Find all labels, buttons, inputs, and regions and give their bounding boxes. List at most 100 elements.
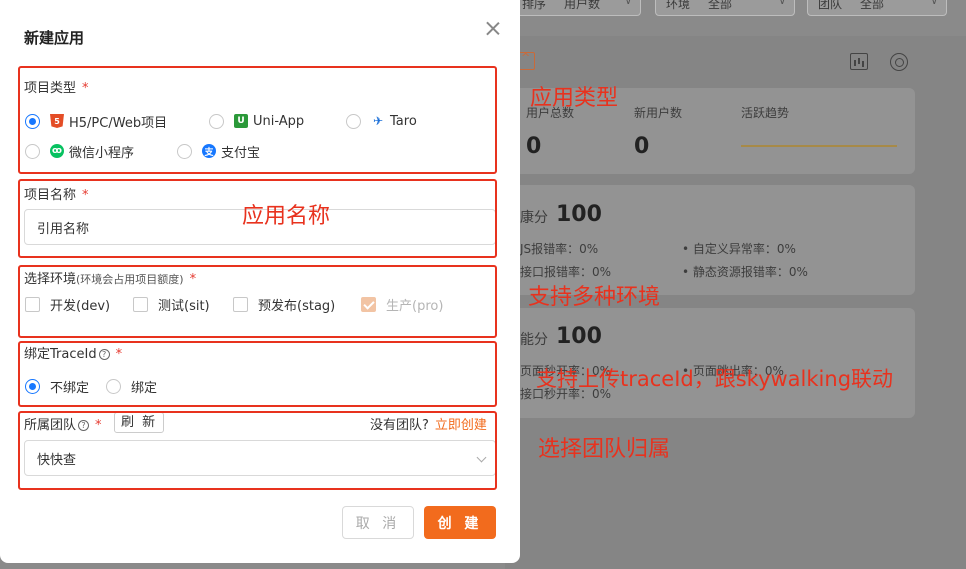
annotation-app-name: 应用名称 — [242, 204, 331, 229]
radio-circle — [25, 378, 40, 394]
radio-taro[interactable]: ✈ Taro — [346, 112, 417, 130]
chevron-down-icon — [476, 452, 487, 463]
static-error-rate: 静态资源报错率：0% — [682, 263, 808, 280]
help-icon[interactable]: ? — [98, 349, 110, 360]
checkbox-stag[interactable]: 预发布(stag) — [233, 295, 336, 314]
option-label: 绑定 — [131, 380, 158, 396]
checkbox-box — [233, 296, 248, 312]
radio-wechat-mini[interactable]: ꝏ 微信小程序 — [25, 142, 135, 161]
required-mark: * — [189, 272, 197, 287]
chevron-down-icon: ∨ — [930, 0, 938, 7]
environment-label: 选择环境(环境会占用项目额度) * — [24, 268, 196, 287]
new-users-label: 新用户数 — [634, 106, 683, 120]
create-team-link[interactable]: 立即创建 — [435, 418, 487, 433]
option-label: 预发布(stag) — [258, 298, 336, 314]
new-app-modal: 新建应用 项目类型 * 5 H5/PC/Web项目 U Uni-App ✈ Tar… — [0, 0, 520, 563]
performance-score: 100 — [556, 324, 602, 349]
alipay-icon: 支 — [202, 144, 216, 158]
option-label: 不绑定 — [50, 380, 90, 396]
create-button[interactable]: 创 建 — [424, 506, 496, 539]
active-trend-label: 活跃趋势 — [741, 106, 790, 120]
taro-icon: ✈ — [372, 114, 384, 128]
radio-alipay[interactable]: 支 支付宝 — [177, 142, 261, 161]
option-label: 支付宝 — [221, 145, 261, 161]
chevron-down-icon: ∨ — [624, 0, 632, 7]
traceid-label-text: 绑定TraceId — [24, 347, 97, 362]
new-users-value: 0 — [634, 134, 650, 159]
radio-no-bind[interactable]: 不绑定 — [25, 377, 90, 396]
checkbox-box — [133, 296, 148, 312]
environment-sub: (环境会占用项目额度) — [76, 273, 184, 286]
team-select[interactable]: 快快查 — [24, 440, 496, 476]
option-label: 测试(sit) — [158, 298, 210, 314]
total-users-value: 0 — [526, 134, 542, 159]
sort-label: 排序 — [522, 0, 547, 11]
radio-bind[interactable]: 绑定 — [106, 377, 158, 396]
custom-error-rate: 自定义异常率：0% — [682, 240, 796, 257]
no-team-text: 没有团队? — [370, 418, 429, 433]
option-label: Taro — [390, 113, 417, 129]
team-filter-select[interactable]: 团队 全部 ∨ — [807, 0, 947, 16]
option-label: H5/PC/Web项目 — [69, 115, 168, 131]
env-label: 环境 — [666, 0, 691, 11]
sort-value: 用户数 — [564, 0, 601, 11]
checkbox-pro[interactable]: 生产(pro) — [361, 295, 444, 314]
required-mark: * — [82, 81, 89, 96]
required-mark: * — [115, 347, 123, 362]
performance-title: 能分 — [520, 332, 548, 348]
env-select[interactable]: 环境 全部 ∨ — [655, 0, 795, 16]
close-icon[interactable] — [482, 18, 504, 40]
refresh-button[interactable]: 刷 新 — [114, 412, 165, 433]
html5-icon: 5 — [50, 114, 64, 128]
background-filter-bar: 排序 用户数 ∨ 环境 全部 ∨ 团队 全部 ∨ — [505, 0, 966, 16]
team-select-value: 快快查 — [37, 452, 77, 468]
active-trend-line — [741, 145, 897, 147]
js-error-rate: JS报错率：0% — [520, 242, 599, 256]
radio-circle — [106, 378, 121, 394]
help-icon[interactable]: ? — [78, 420, 90, 431]
env-value: 全部 — [708, 0, 733, 11]
checkbox-dev[interactable]: 开发(dev) — [25, 295, 111, 314]
project-name-value: 引用名称 — [37, 221, 90, 237]
annotation-app-type: 应用类型 — [530, 86, 619, 111]
option-label: 生产(pro) — [386, 298, 444, 314]
chevron-down-icon: ∨ — [778, 0, 786, 7]
radio-circle — [346, 113, 361, 129]
modal-title: 新建应用 — [24, 29, 85, 47]
environment-label-text: 选择环境 — [24, 272, 77, 287]
team-label: 所属团队? * — [24, 414, 102, 433]
radio-uni-app[interactable]: U Uni-App — [209, 112, 304, 130]
cancel-button[interactable]: 取 消 — [342, 506, 414, 539]
sort-select[interactable]: 排序 用户数 ∨ — [511, 0, 641, 16]
required-mark: * — [95, 418, 102, 433]
checkbox-box — [25, 296, 40, 312]
annotation-traceid: 支持上传traceId，跟skywalking联动 — [536, 367, 894, 391]
team-value: 全部 — [860, 0, 885, 11]
traceid-label: 绑定TraceId? * — [24, 343, 122, 362]
option-label: 开发(dev) — [50, 298, 111, 314]
radio-circle — [25, 143, 40, 159]
radio-h5-pc-web[interactable]: 5 H5/PC/Web项目 — [25, 112, 168, 131]
wechat-mini-icon: ꝏ — [50, 144, 64, 158]
settings-icon[interactable] — [890, 53, 908, 71]
checkbox-box — [361, 296, 376, 312]
option-label: Uni-App — [253, 113, 305, 129]
project-type-label: 项目类型 * — [24, 77, 89, 96]
chart-icon[interactable] — [850, 53, 868, 70]
option-label: 微信小程序 — [69, 145, 135, 161]
radio-circle — [177, 143, 192, 159]
team-label-text: 所属团队 — [24, 418, 77, 433]
radio-circle — [25, 113, 40, 129]
required-mark: * — [82, 188, 89, 203]
project-type-label-text: 项目类型 — [24, 81, 77, 96]
annotation-multi-env: 支持多种环境 — [528, 285, 661, 310]
api-error-rate: 接口报错率：0% — [520, 265, 612, 279]
checkbox-sit[interactable]: 测试(sit) — [133, 295, 210, 314]
health-score: 100 — [556, 202, 602, 227]
radio-circle — [209, 113, 224, 129]
uniapp-icon: U — [234, 114, 248, 128]
team-label: 团队 — [818, 0, 843, 11]
health-title: 康分 — [520, 210, 548, 226]
no-team-hint: 没有团队? 立即创建 — [370, 414, 487, 433]
annotation-team: 选择团队归属 — [538, 437, 671, 462]
